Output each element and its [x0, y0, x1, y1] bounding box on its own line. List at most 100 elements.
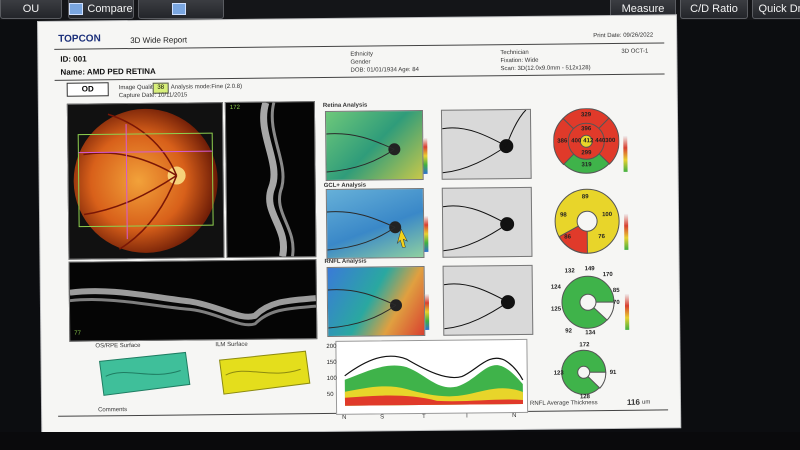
tsnit-y-label: 150	[326, 359, 337, 366]
tsnit-axis-i: I	[466, 413, 468, 420]
rnfl-map-vessels	[327, 289, 402, 329]
report-icon	[172, 3, 186, 16]
retina-sector-label: 412	[583, 138, 594, 145]
rnfl-quad-label: 91	[609, 369, 617, 377]
retina-color-scale	[423, 137, 428, 174]
image-quality-label: Image Quality	[118, 84, 156, 92]
capture-date: Capture Date: 10/11/2015	[118, 92, 188, 100]
gcl-sector-label: 98	[560, 212, 567, 219]
tsnit-y-label: 200	[326, 343, 337, 350]
vertical-bscan-image	[260, 101, 295, 258]
rnfl-deviation-map[interactable]	[442, 264, 534, 336]
rnfl-deviation-vessels	[443, 283, 515, 330]
report-tab-button[interactable]	[138, 0, 224, 19]
gcl-color-scale	[424, 215, 429, 252]
rnfl-clock-label: 149	[584, 266, 595, 273]
tsnit-axis-n1: N	[342, 414, 347, 421]
cd-ratio-button[interactable]: C/D Ratio	[680, 0, 748, 19]
tsnit-axis-s: S	[380, 414, 385, 421]
rnfl-quadrant-chart[interactable]: 172 91 128 123	[553, 342, 624, 401]
rnfl-clock-label: 170	[602, 271, 613, 279]
cd-ratio-label: C/D Ratio	[690, 3, 738, 15]
quick-draw-label: Quick Dra	[758, 3, 800, 15]
os-rpe-surface[interactable]	[95, 350, 191, 397]
rnfl-avg-value: 116	[626, 397, 640, 407]
retina-sector-label: 396	[581, 126, 592, 133]
compare-label: Compare	[87, 3, 133, 15]
tsnit-svg	[344, 355, 524, 406]
app-toolbar: OU Compare Measure C/D Ratio Quick Dra	[0, 0, 800, 20]
comments-label: Comments	[98, 407, 128, 414]
gcl-deviation-map[interactable]	[441, 186, 533, 258]
quick-draw-button[interactable]: Quick Dra	[752, 0, 800, 19]
rnfl-clock-label: 134	[585, 330, 596, 337]
rnfl-quad-label: 123	[553, 370, 564, 377]
retina-sector-label: 440	[595, 138, 606, 145]
rnfl-clock-label: 85	[612, 287, 620, 294]
device-name: 3D OCT-1	[621, 48, 649, 55]
retina-sector-label: 386	[557, 138, 568, 145]
rnfl-clock-scale	[624, 293, 630, 330]
compare-button[interactable]: Compare	[68, 0, 134, 19]
horizontal-bscan-label: 77	[74, 330, 81, 337]
retina-analysis-label: Retina Analysis	[322, 102, 368, 110]
rnfl-clock-label: 70	[612, 299, 620, 306]
report-sheet: TOPCON 3D Wide Report Print Date: 09/26/…	[38, 15, 681, 434]
retina-thickness-map[interactable]	[324, 109, 424, 181]
scan-info: Scan: 3D(12.0x9.0mm - 512x128)	[500, 65, 591, 73]
rnfl-avg-unit: um	[641, 399, 651, 406]
horizontal-bscan-image	[69, 288, 317, 327]
ilm-surface[interactable]	[215, 349, 311, 396]
rnfl-clock-label: 92	[565, 328, 572, 335]
ilm-label: ILM Surface	[215, 341, 248, 349]
retina-sector-label: 319	[581, 162, 592, 169]
retina-etdrs-chart[interactable]: 329 396 386 400 412 440 300 299 319	[553, 108, 620, 175]
patient-name: Name: AMD PED RETINA	[60, 66, 156, 77]
ilm-surface-image	[218, 350, 311, 395]
retina-deviation-vessels	[442, 109, 527, 174]
gcl-sector-label: 100	[602, 211, 613, 219]
fixation: Fixation: Wide	[500, 57, 539, 65]
bottom-bar	[0, 432, 800, 450]
analysis-mode: Analysis mode:Fine (2.0.8)	[170, 83, 243, 91]
fundus-photo[interactable]	[66, 102, 225, 260]
tsnit-chart[interactable]: 200 150 100 50	[326, 338, 529, 415]
report-title: 3D Wide Report	[130, 35, 188, 46]
dob-age: DOB: 01/01/1934 Age: 84	[350, 67, 419, 74]
retina-sector-label: 400	[571, 138, 582, 145]
rnfl-quad-label: 172	[579, 342, 590, 349]
gcl-thickness-map[interactable]	[325, 187, 425, 259]
technician: Technician	[500, 49, 529, 57]
gender: Gender	[350, 59, 371, 66]
retina-sector-label: 299	[581, 150, 592, 157]
horizontal-bscan[interactable]: 77	[68, 259, 318, 342]
compare-icon	[69, 3, 84, 16]
eye-indicator: OD	[66, 82, 109, 97]
gcl-sector-label: 89	[581, 194, 589, 201]
rnfl-analysis-label: RNFL Analysis	[324, 258, 367, 266]
rnfl-thickness-map[interactable]	[326, 265, 426, 337]
vertical-bscan[interactable]: 172	[224, 101, 317, 259]
rnfl-clock-chart[interactable]: 132 149 170 124 85 70 125 92 134	[551, 266, 626, 339]
rnfl-avg-label: RNFL Average Thickness	[529, 400, 598, 407]
retina-deviation-map[interactable]	[440, 108, 532, 180]
patient-id: ID: 001	[60, 54, 87, 64]
gcl-sector-label: 76	[598, 234, 606, 241]
gcl-map-vessels	[326, 211, 408, 251]
gcl-sector-scale	[624, 213, 629, 250]
gcl-sector-label: 86	[564, 234, 572, 241]
measure-label: Measure	[621, 3, 665, 15]
ethnicity: Ethnicity	[350, 51, 374, 58]
tsnit-axis-t: T	[422, 413, 426, 420]
retina-sector-label: 329	[580, 112, 592, 119]
topcon-logo: TOPCON	[58, 33, 101, 45]
gcl-sector-chart[interactable]: 89 98 100 86 76	[554, 188, 621, 255]
print-date: Print Date: 09/26/2022	[593, 32, 654, 40]
retina-sector-label: 300	[605, 137, 616, 145]
rnfl-color-scale	[424, 293, 430, 330]
rnfl-clock-label: 132	[564, 268, 575, 275]
gcl-deviation-vessels	[442, 205, 515, 252]
rnfl-clock-label: 124	[550, 284, 561, 291]
retina-sector-scale	[623, 135, 628, 172]
tab-ou[interactable]: OU	[0, 0, 62, 19]
